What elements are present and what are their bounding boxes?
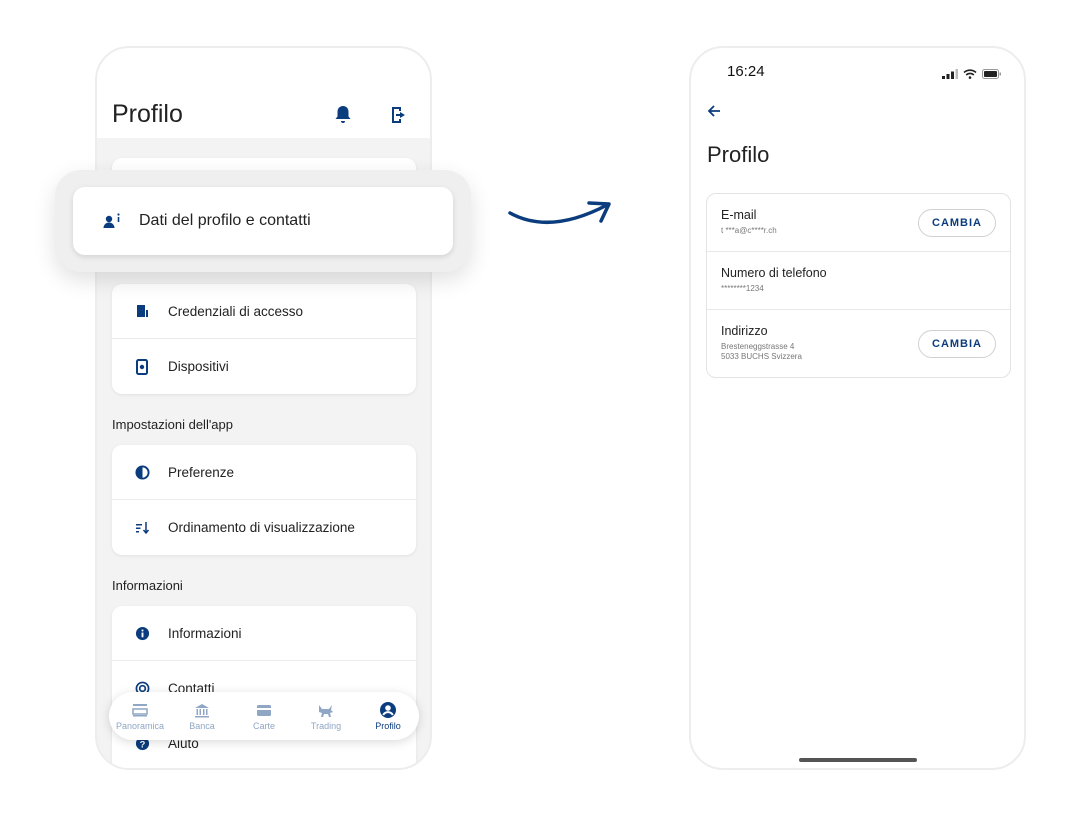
list-item-credentials[interactable]: Credenziali di accesso [112,284,416,339]
change-email-button[interactable]: CAMBIA [918,209,996,237]
info-icon [134,625,150,641]
list-item-preferences[interactable]: Preferenze [112,445,416,500]
list-item-label: Preferenze [168,464,235,480]
sort-icon [134,520,150,536]
phone-value: ********1234 [721,284,764,293]
change-address-button[interactable]: CAMBIA [918,330,996,358]
app-settings-card: Preferenze Ordinamento di visualizzazion… [112,445,416,555]
email-row: E-mail t ***a@c****r.ch CAMBIA [707,194,1010,252]
page-title: Profilo [707,142,770,167]
phone-row: Numero di telefono ********1234 [707,252,1010,310]
list-item-label: Ordinamento di visualizzazione [168,520,355,535]
contrast-icon [134,464,150,480]
back-arrow-icon[interactable] [707,104,721,123]
nav-tab-bank[interactable]: Banca [173,701,231,731]
nav-label: Banca [189,721,215,731]
nav-label: Profilo [375,721,401,731]
section-label-info: Informazioni [112,578,183,593]
nav-label: Carte [252,721,275,731]
list-item-label: Informazioni [168,625,242,641]
info-card: Informazioni Contatti ? Aiuto [112,606,416,768]
profile-detail-screen: 16:24 Profilo E-mail t ***a@c****r.ch CA… [689,46,1026,770]
signal-icon [942,66,958,84]
overview-icon [132,701,148,719]
door-icon [134,303,150,319]
list-item-label: Dispositivi [168,359,229,374]
card-icon [256,701,272,719]
list-item-devices[interactable]: Dispositivi [112,339,416,394]
status-icons [942,66,1002,84]
home-indicator [799,758,917,762]
header-bar: Profilo [97,48,430,138]
user-info-icon [103,212,123,230]
user-circle-icon [379,701,397,719]
highlight-popout: Dati del profilo e contatti [55,170,471,272]
svg-text:?: ? [139,739,145,749]
nav-label: Panoramica [115,721,165,731]
bell-icon[interactable] [333,104,355,126]
page-title: Profilo [112,100,183,128]
profile-menu-screen: Profilo Credenziali di accesso Dispositi… [95,46,432,770]
nav-tab-overview[interactable]: Panoramica [111,701,169,731]
list-item-sort-order[interactable]: Ordinamento di visualizzazione [112,500,416,555]
popout-label: Dati del profilo e contatti [139,212,311,229]
status-time: 16:24 [727,63,765,80]
wifi-icon [963,66,977,84]
nav-label: Trading [310,721,342,731]
section-label-app-settings: Impostazioni dell'app [112,417,233,432]
bank-icon [194,701,210,719]
contact-info-card: E-mail t ***a@c****r.ch CAMBIA Numero di… [706,193,1011,378]
phone-label: Numero di telefono [721,266,827,280]
nav-tab-profile[interactable]: Profilo [359,701,417,731]
access-card: Credenziali di accesso Dispositivi [112,284,416,394]
nav-tab-trading[interactable]: Trading [297,701,355,731]
battery-icon [982,66,1002,84]
list-item-profile-data[interactable]: Dati del profilo e contatti [73,187,453,255]
address-row: Indirizzo Bresteneggstrasse 4 5033 BUCHS… [707,310,1010,377]
nav-tab-cards[interactable]: Carte [235,701,293,731]
bottom-nav: Panoramica Banca Carte Trading Profilo [109,692,419,740]
bull-icon [317,701,335,719]
transition-arrow-icon [508,201,611,225]
list-item-label: Credenziali di accesso [168,303,304,319]
list-item-information[interactable]: Informazioni [112,606,416,661]
device-settings-icon [134,358,150,375]
logout-icon[interactable] [389,104,411,126]
